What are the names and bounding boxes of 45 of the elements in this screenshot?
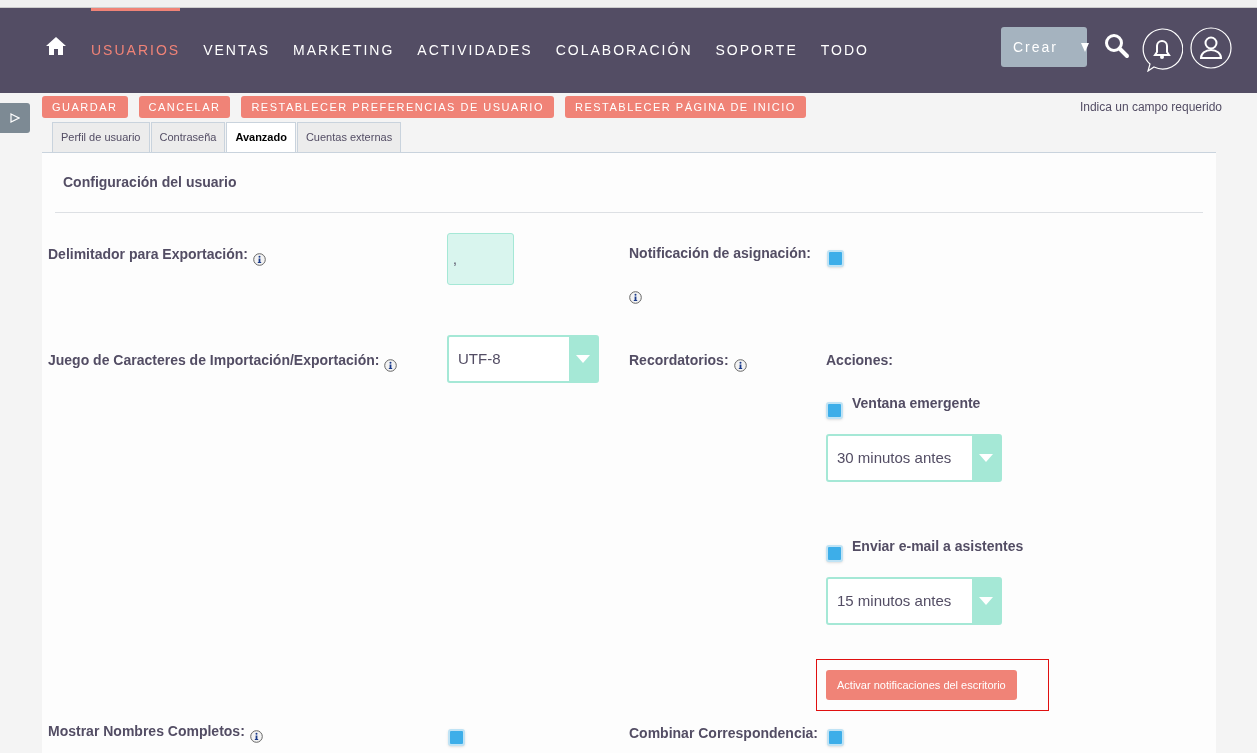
- nav-link[interactable]: TODO: [820, 7, 869, 93]
- user-icon[interactable]: [1190, 27, 1232, 70]
- dropdown[interactable]: 15 minutos antes: [826, 577, 1002, 625]
- caret-icon: [1081, 43, 1089, 53]
- tab[interactable]: Contraseña: [150, 122, 226, 152]
- option-label: Ventana emergente: [852, 394, 981, 413]
- field-label: Delimitador para Exportación:: [48, 245, 248, 264]
- checkbox[interactable]: [827, 250, 844, 267]
- delimiter-input-field[interactable]: ,: [447, 233, 514, 285]
- nav-link[interactable]: COLABORACIÓN: [555, 7, 693, 93]
- option-label: Enviar e-mail a asistentes: [852, 537, 1024, 556]
- field-label: Acciones:: [826, 351, 894, 370]
- field-label: Juego de Caracteres de Importación/Exportación:: [48, 351, 380, 370]
- nav-link[interactable]: MARKETING: [293, 7, 395, 93]
- checkbox[interactable]: [448, 729, 465, 746]
- nav-link[interactable]: VENTAS: [203, 7, 271, 93]
- dropdown[interactable]: 30 minutos antes: [826, 434, 1002, 482]
- field-label: Mostrar Nombres Completos:: [48, 722, 245, 741]
- dropdown[interactable]: UTF-8: [447, 335, 599, 383]
- required-field-note: Indica un campo requerido: [1079, 99, 1222, 116]
- tab[interactable]: Perfil de usuario: [52, 122, 150, 152]
- checkbox[interactable]: [827, 729, 844, 746]
- checkbox[interactable]: [826, 402, 843, 419]
- info-icon: [252, 253, 266, 267]
- field-label: Combinar Correspondencia:: [629, 725, 819, 741]
- nav-link[interactable]: SOPORTE: [715, 7, 798, 93]
- bell-icon[interactable]: [1141, 28, 1183, 73]
- caret-icon: [576, 355, 590, 363]
- sidebar-toggle-button[interactable]: [0, 103, 30, 133]
- caret-icon: [979, 454, 993, 462]
- tab[interactable]: Avanzado: [226, 122, 296, 152]
- checkbox[interactable]: [826, 545, 843, 562]
- caret-icon: [979, 597, 993, 605]
- home-icon[interactable]: [46, 37, 66, 56]
- nav-link[interactable]: ACTIVIDADES: [417, 7, 533, 93]
- play-icon: [10, 113, 20, 123]
- info-icon: [629, 291, 642, 304]
- info-icon: [249, 730, 263, 744]
- field-label: Notificación de asignación:: [629, 244, 813, 263]
- section-title: Configuración del usuario: [63, 173, 237, 192]
- info-icon: [733, 359, 747, 373]
- field-label: Recordatorios:: [629, 351, 729, 370]
- tab[interactable]: Cuentas externas: [296, 122, 402, 152]
- search-icon[interactable]: [1104, 33, 1130, 60]
- info-icon: [384, 359, 398, 373]
